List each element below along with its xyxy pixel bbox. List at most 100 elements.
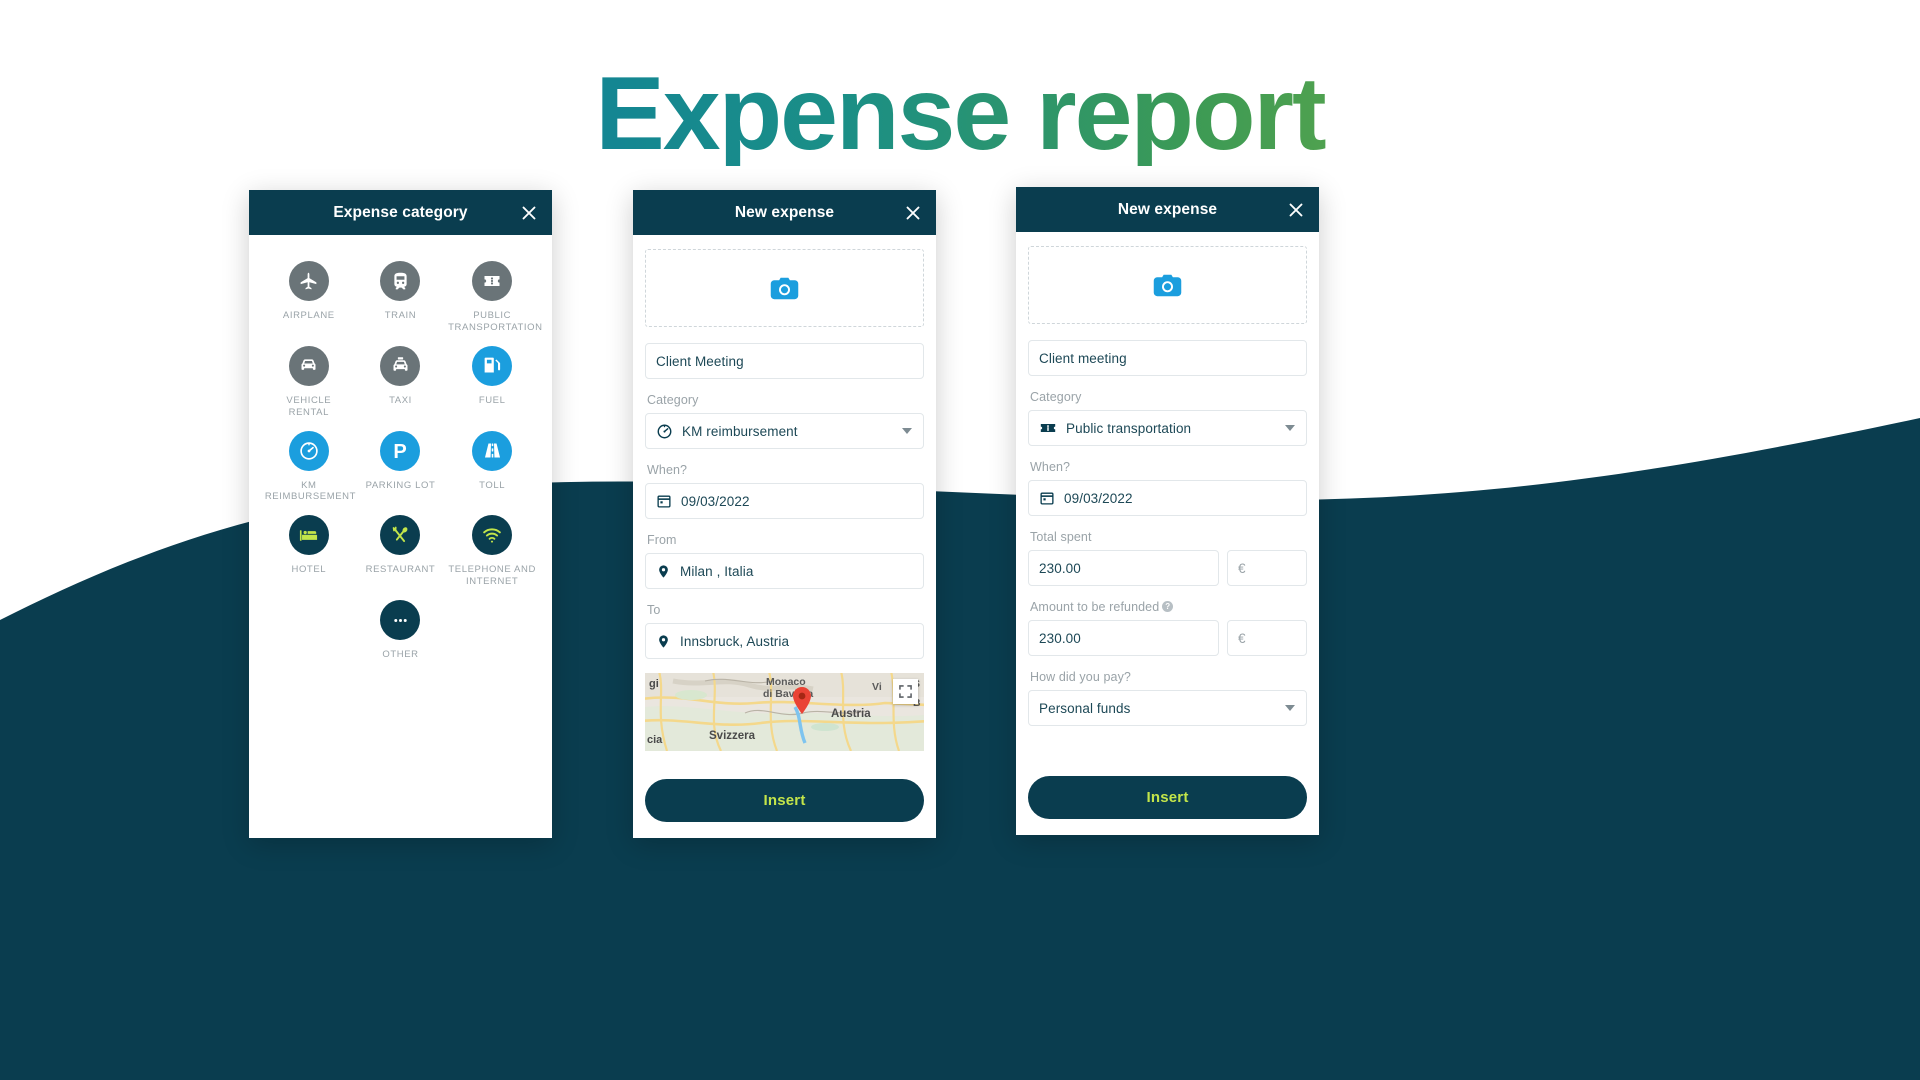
ticket-icon	[472, 261, 513, 301]
page-title: Expense report	[0, 62, 1920, 166]
card-header: Expense category	[249, 190, 552, 235]
ticket-icon	[1039, 419, 1057, 437]
category-item-hotel[interactable]: Hotel	[263, 515, 355, 588]
photo-upload-dropzone[interactable]	[1028, 246, 1307, 324]
to-value: Innsbruck, Austria	[680, 633, 790, 649]
category-item-label: Fuel	[478, 394, 506, 406]
payment-method-value: Personal funds	[1039, 700, 1131, 716]
ellipsis-icon	[380, 600, 421, 640]
card-header: New expense	[633, 190, 936, 235]
page-root: Expense report Expense category Airplane	[0, 0, 1920, 1080]
category-item-parking-lot[interactable]: P Parking lot	[355, 430, 447, 504]
category-item-telephone-internet[interactable]: Telephone and internet	[446, 515, 538, 588]
car-icon	[288, 345, 329, 386]
category-item-label: Public transportation	[448, 310, 543, 333]
description-input[interactable]: Client meeting	[1028, 340, 1307, 376]
calendar-icon	[1039, 490, 1055, 506]
taxi-icon	[380, 345, 421, 386]
category-item-label: KM reimbursement	[264, 479, 357, 503]
description-input[interactable]: Client Meeting	[645, 343, 924, 379]
calendar-icon	[656, 493, 672, 509]
insert-button-wrap: Insert	[1028, 776, 1307, 819]
when-label: When?	[1030, 460, 1071, 474]
category-item-restaurant[interactable]: Restaurant	[355, 515, 447, 588]
category-label: Category	[647, 393, 699, 407]
when-label: When?	[647, 463, 688, 477]
payment-method-select[interactable]: Personal funds	[1028, 690, 1307, 726]
fullscreen-icon[interactable]	[893, 679, 918, 704]
category-item-label: Telephone and internet	[448, 564, 536, 588]
svg-text:cia: cia	[647, 734, 663, 746]
payment-method-label: How did you pay?	[1030, 670, 1131, 684]
when-date-input[interactable]: 09/03/2022	[645, 483, 924, 519]
card-body: Client meeting Category Public transport…	[1016, 232, 1319, 819]
speedometer-icon	[656, 423, 673, 440]
insert-button-wrap: Insert	[645, 779, 924, 822]
fuel-pump-icon	[472, 345, 513, 386]
speedometer-icon	[288, 430, 329, 471]
refund-currency[interactable]: €	[1227, 620, 1307, 656]
currency-symbol: €	[1238, 560, 1246, 576]
train-icon	[380, 261, 421, 301]
category-item-airplane[interactable]: Airplane	[263, 261, 355, 334]
camera-icon	[768, 272, 801, 305]
close-icon[interactable]	[520, 204, 538, 222]
insert-button[interactable]: Insert	[1028, 776, 1307, 819]
total-spent-currency[interactable]: €	[1227, 550, 1307, 586]
category-select[interactable]: Public transportation	[1028, 410, 1307, 446]
category-value: KM reimbursement	[682, 423, 798, 439]
category-item-fuel[interactable]: Fuel	[446, 345, 538, 419]
chevron-down-icon	[1285, 425, 1295, 431]
category-select[interactable]: KM reimbursement	[645, 413, 924, 449]
when-value: 09/03/2022	[681, 493, 750, 509]
svg-text:Monaco: Monaco	[766, 676, 806, 688]
route-map[interactable]: gi Monaco di Baviera Vi S B Austria Sviz…	[645, 673, 924, 751]
refund-label: Amount to be refunded?	[1030, 600, 1307, 614]
from-location-input[interactable]: Milan , Italia	[645, 553, 924, 589]
total-spent-input[interactable]: 230.00	[1028, 550, 1219, 586]
category-item-km-reimbursement[interactable]: KM reimbursement	[263, 430, 357, 504]
refund-value: 230.00	[1039, 630, 1081, 646]
to-location-input[interactable]: Innsbruck, Austria	[645, 623, 924, 659]
camera-icon	[1151, 269, 1184, 302]
close-icon[interactable]	[904, 204, 922, 222]
category-item-label: Airplane	[282, 310, 335, 321]
category-item-toll[interactable]: Toll	[446, 430, 538, 504]
category-item-label: Taxi	[389, 394, 412, 406]
photo-upload-dropzone[interactable]	[645, 249, 924, 327]
card-body: Airplane Train Public transportation	[249, 235, 552, 661]
category-item-taxi[interactable]: Taxi	[355, 345, 447, 419]
category-label: Category	[1030, 390, 1082, 404]
svg-text:P: P	[394, 440, 407, 462]
card-title: New expense	[1117, 200, 1218, 218]
category-item-other[interactable]: Other	[355, 600, 447, 661]
parking-p-icon: P	[380, 430, 421, 471]
close-icon[interactable]	[1287, 201, 1305, 219]
from-label: From	[647, 533, 677, 547]
category-item-vehicle-rental[interactable]: Vehicle rental	[263, 345, 355, 419]
category-item-train[interactable]: Train	[355, 261, 447, 334]
chevron-down-icon	[902, 428, 912, 434]
fork-spoon-icon	[380, 515, 421, 556]
refund-row: 230.00 €	[1028, 620, 1307, 656]
category-item-label: Parking lot	[365, 479, 436, 491]
category-item-label: Toll	[479, 479, 506, 491]
category-item-label: Restaurant	[365, 564, 436, 576]
wifi-icon	[472, 515, 513, 556]
category-item-label: Train	[384, 310, 417, 321]
svg-text:gi: gi	[649, 678, 659, 690]
to-label: To	[647, 603, 661, 617]
total-spent-value: 230.00	[1039, 560, 1081, 576]
category-item-label: Vehicle rental	[286, 394, 332, 418]
card-title: Expense category	[333, 203, 468, 221]
category-item-public-transportation[interactable]: Public transportation	[446, 261, 543, 334]
card-title: New expense	[734, 203, 835, 221]
description-value: Client meeting	[1039, 350, 1127, 366]
help-icon[interactable]: ?	[1162, 601, 1174, 612]
refund-input[interactable]: 230.00	[1028, 620, 1219, 656]
insert-button[interactable]: Insert	[645, 779, 924, 822]
description-value: Client Meeting	[656, 353, 744, 369]
currency-symbol: €	[1238, 630, 1246, 646]
when-date-input[interactable]: 09/03/2022	[1028, 480, 1307, 516]
category-grid: Airplane Train Public transportation	[249, 235, 552, 661]
